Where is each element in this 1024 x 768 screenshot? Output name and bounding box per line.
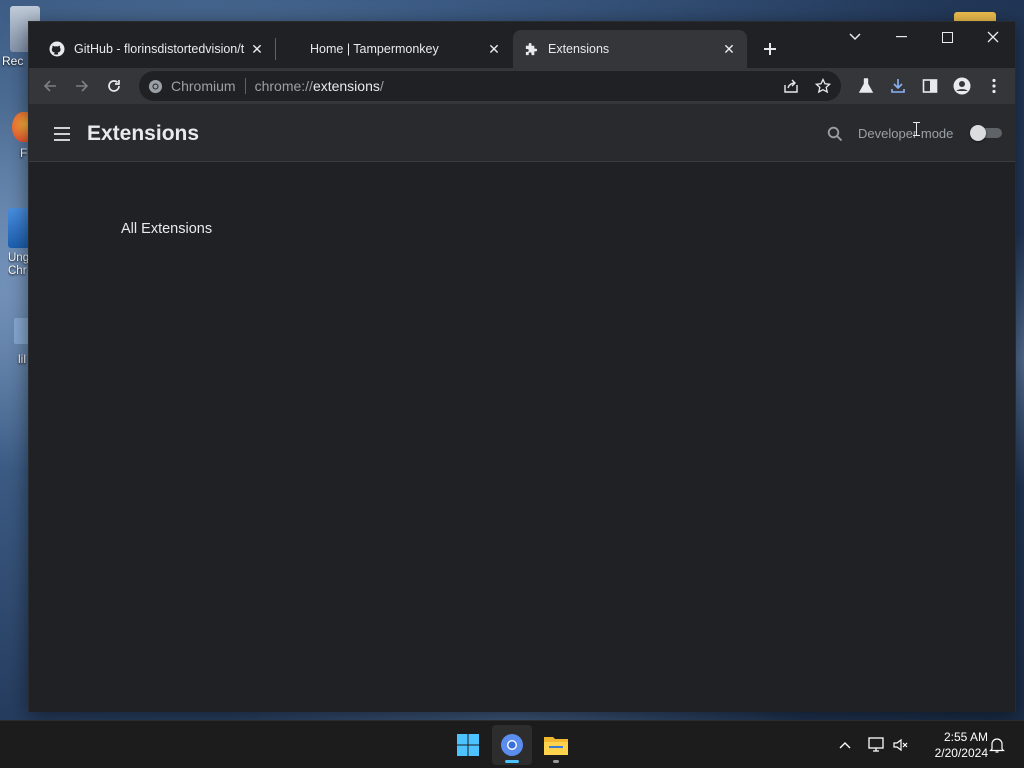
puzzle-icon	[523, 41, 539, 57]
url-host: extensions	[312, 78, 380, 94]
desktop-icon-label: Ung Chr	[8, 252, 30, 277]
toggle-knob	[970, 125, 986, 141]
clock-time: 2:55 AM	[943, 730, 988, 744]
chromium-shortcut-icon	[8, 208, 28, 248]
folder-icon	[544, 737, 568, 755]
hamburger-icon	[54, 127, 70, 141]
more-vert-icon	[992, 78, 996, 94]
forward-button[interactable]	[68, 72, 96, 100]
section-title: All Extensions	[121, 221, 213, 237]
text-cursor-icon	[913, 122, 920, 136]
tab-search-button[interactable]	[832, 22, 878, 52]
chromium-icon	[501, 734, 523, 756]
tab-extensions[interactable]: Extensions ✕	[513, 30, 747, 68]
taskbar-file-explorer[interactable]	[536, 725, 576, 765]
extensions-header: Extensions Developer mode	[29, 104, 1015, 162]
search-icon	[827, 126, 843, 142]
profile-button[interactable]	[948, 72, 976, 100]
url-scheme: chrome://	[254, 78, 313, 94]
side-panel-icon	[922, 79, 938, 93]
network-status[interactable]	[866, 721, 888, 768]
omnibox-chip: Chromium	[171, 78, 236, 94]
notifications-button[interactable]	[986, 721, 1008, 768]
reload-icon	[108, 80, 120, 92]
flask-icon	[858, 78, 874, 93]
speaker-muted-icon	[893, 738, 908, 752]
menu-button[interactable]	[980, 72, 1008, 100]
running-indicator	[505, 760, 519, 763]
omnibox-url[interactable]: chrome://extensions/	[255, 78, 384, 94]
desktop-icon-ungoogled-chromium[interactable]: Ung Chr	[8, 208, 30, 278]
url-path: /	[379, 78, 384, 94]
profile-icon	[953, 77, 971, 95]
browser-toolbar: Chromium chrome://extensions/	[29, 68, 1015, 104]
show-hidden-icons-button[interactable]	[834, 721, 856, 768]
downloads-button[interactable]	[884, 72, 912, 100]
bookmark-star-icon[interactable]	[811, 74, 835, 98]
close-tab-icon[interactable]: ✕	[249, 41, 265, 57]
omnibox[interactable]: Chromium chrome://extensions/	[139, 71, 841, 101]
notification-bell-icon	[989, 738, 1005, 753]
tab-github[interactable]: GitHub - florinsdistortedvision/t ✕	[39, 30, 275, 68]
share-icon[interactable]	[779, 74, 803, 98]
clock-date: 2/20/2024	[934, 746, 988, 760]
tab-tampermonkey[interactable]: Home | Tampermonkey ✕	[276, 30, 512, 68]
developer-mode-label: Developer mode	[858, 126, 954, 141]
chromium-logo-icon	[147, 78, 163, 94]
taskbar: 2:55 AM 2/20/2024	[0, 720, 1024, 768]
back-button[interactable]	[36, 72, 64, 100]
tab-title: Home | Tampermonkey	[310, 42, 439, 56]
main-menu-button[interactable]	[49, 123, 75, 145]
omnibox-divider	[244, 78, 246, 94]
developer-mode-toggle[interactable]	[970, 125, 1002, 141]
minimize-icon	[895, 36, 907, 38]
search-extensions-button[interactable]	[825, 124, 845, 144]
volume-status[interactable]	[890, 721, 912, 768]
browser-window: GitHub - florinsdistortedvision/t ✕ Home…	[28, 21, 1016, 712]
arrow-left-icon	[43, 80, 56, 92]
minimize-button[interactable]	[878, 22, 924, 52]
extensions-content: All Extensions	[29, 162, 1015, 712]
arrow-right-icon	[76, 80, 89, 92]
tab-title: GitHub - florinsdistortedvision/t	[74, 42, 245, 56]
taskbar-clock[interactable]: 2:55 AM 2/20/2024	[918, 729, 988, 761]
maximize-icon	[941, 31, 953, 43]
reload-button[interactable]	[100, 72, 128, 100]
tab-title: Extensions	[548, 42, 610, 56]
side-panel-button[interactable]	[916, 72, 944, 100]
close-tab-icon[interactable]: ✕	[721, 41, 737, 57]
chevron-down-icon	[849, 33, 861, 41]
tab-strip: GitHub - florinsdistortedvision/t ✕ Home…	[29, 22, 1015, 68]
maximize-button[interactable]	[924, 22, 970, 52]
labs-button[interactable]	[852, 72, 880, 100]
page-title: Extensions	[87, 122, 200, 145]
start-button[interactable]	[448, 725, 488, 765]
taskbar-chromium[interactable]	[492, 725, 532, 765]
close-window-button[interactable]	[970, 22, 1016, 52]
network-icon	[868, 737, 884, 752]
close-icon	[987, 31, 999, 43]
windows-logo-icon	[457, 734, 479, 756]
download-icon	[891, 79, 905, 93]
github-icon	[49, 41, 65, 57]
running-indicator	[553, 760, 559, 763]
new-tab-button[interactable]	[757, 36, 783, 62]
plus-icon	[764, 43, 776, 55]
close-tab-icon[interactable]: ✕	[486, 41, 502, 57]
chevron-up-icon	[839, 742, 851, 749]
